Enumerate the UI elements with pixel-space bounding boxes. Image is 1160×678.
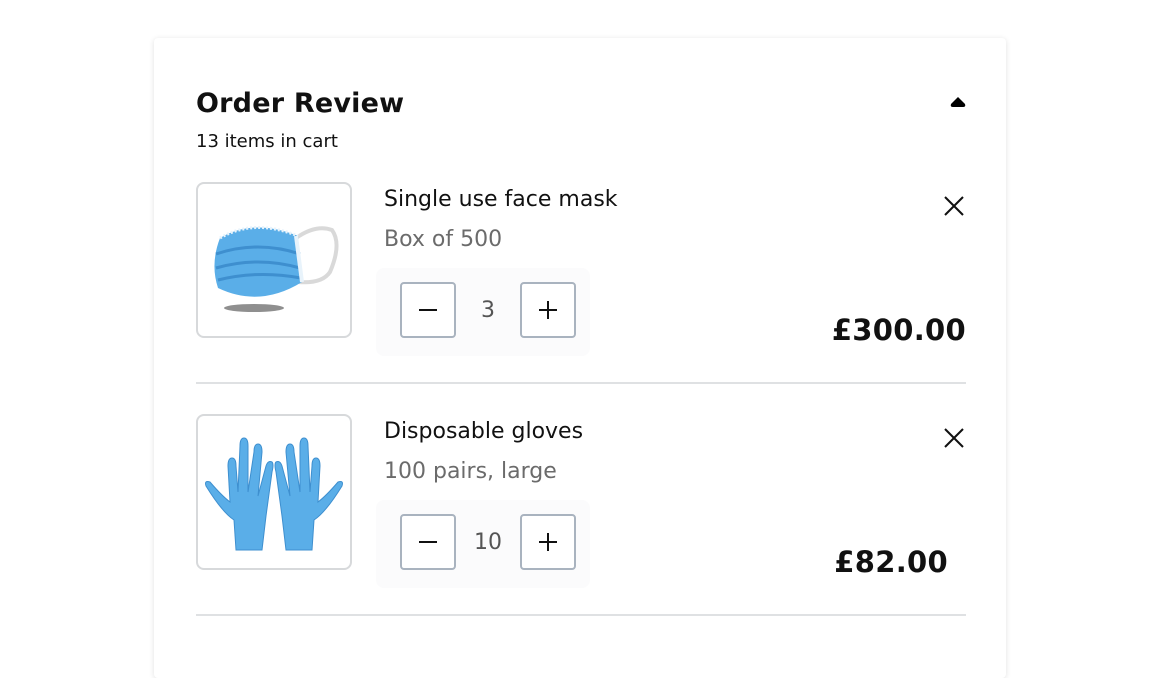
item-price: £300.00 xyxy=(831,313,966,347)
quantity-value: 3 xyxy=(481,298,495,323)
item-price: £82.00 xyxy=(834,545,948,579)
cart-item-count: 13 items in cart xyxy=(196,131,338,152)
gloves-image xyxy=(196,414,352,570)
order-review-card: Order Review 13 items in cart Single use… xyxy=(154,38,1006,678)
close-icon[interactable] xyxy=(942,426,966,450)
gloves-illustration xyxy=(205,437,343,551)
face-mask-image xyxy=(196,182,352,338)
caret-up-icon[interactable] xyxy=(950,96,966,108)
quantity-value: 10 xyxy=(474,530,502,555)
order-review-header: Order Review 13 items in cart xyxy=(196,86,966,154)
increase-quantity-button[interactable] xyxy=(520,514,576,570)
decrease-quantity-button[interactable] xyxy=(400,282,456,338)
cart-item: Single use face mask Box of 500 3 £300.0… xyxy=(196,182,966,384)
item-name: Single use face mask xyxy=(384,187,618,212)
cart-item: Disposable gloves 100 pairs, large 10 £8… xyxy=(196,414,966,616)
plus-icon xyxy=(539,301,557,319)
decrease-quantity-button[interactable] xyxy=(400,514,456,570)
minus-icon xyxy=(419,309,437,311)
plus-icon xyxy=(539,533,557,551)
quantity-stepper: 3 xyxy=(376,268,590,356)
face-mask-illustration xyxy=(214,226,339,312)
order-review-title: Order Review xyxy=(196,88,405,119)
minus-icon xyxy=(419,541,437,543)
item-variant: 100 pairs, large xyxy=(384,459,557,484)
increase-quantity-button[interactable] xyxy=(520,282,576,338)
quantity-stepper: 10 xyxy=(376,500,590,588)
item-name: Disposable gloves xyxy=(384,419,584,444)
item-variant: Box of 500 xyxy=(384,227,503,252)
close-icon[interactable] xyxy=(942,194,966,218)
